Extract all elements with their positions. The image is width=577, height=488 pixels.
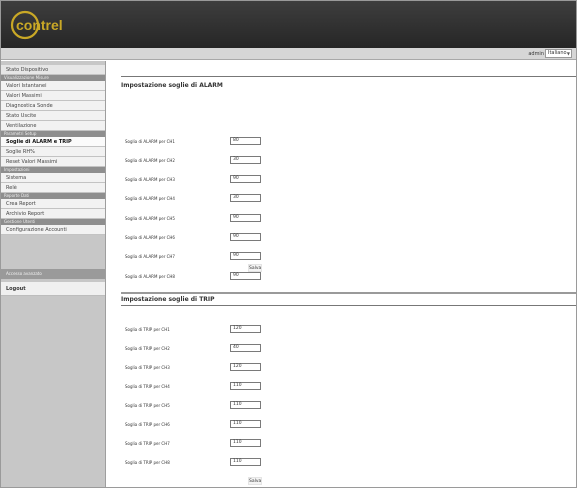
language-value: Italiano xyxy=(548,50,567,56)
alarm-input-ch5[interactable]: 90 xyxy=(230,214,261,222)
section-divider xyxy=(121,292,576,294)
chevron-down-icon: ▼ xyxy=(566,51,570,56)
sidebar-item-sistema[interactable]: Sistema xyxy=(1,173,105,183)
trip-panel-rule xyxy=(121,305,576,306)
sidebar-item-rele[interactable]: Relè xyxy=(1,183,105,193)
alarm-input-ch7[interactable]: 90 xyxy=(230,252,261,260)
language-select[interactable]: Italiano ▼ xyxy=(545,49,572,58)
alarm-save-button[interactable]: Salva xyxy=(248,264,262,272)
trip-input-ch7[interactable]: 110 xyxy=(230,439,261,447)
trip-input-ch3[interactable]: 120 xyxy=(230,363,261,371)
alarm-input-ch1[interactable]: 80 xyxy=(230,137,261,145)
alarm-label-ch1: Soglia di ALARM per CH1 xyxy=(125,139,175,144)
sidebar-item-configurazione-account[interactable]: Configurazione Accounti xyxy=(1,225,105,235)
sidebar-item-soglie-alarm-trip[interactable]: Soglie di ALARM e TRIP xyxy=(1,137,105,147)
alarm-input-ch8[interactable]: 90 xyxy=(230,272,261,280)
sidebar-item-stato-dispositivo[interactable]: Stato Dispositivo xyxy=(1,65,105,75)
alarm-input-ch4[interactable]: 30 xyxy=(230,194,261,202)
alarm-label-ch5: Soglia di ALARM per CH5 xyxy=(125,216,175,221)
sidebar: Stato Dispositivo Visualizzazione Misure… xyxy=(1,61,106,487)
alarm-panel-title: Impostazione soglie di ALARM xyxy=(121,82,223,89)
trip-panel-title: Impostazione soglie di TRIP xyxy=(121,296,215,303)
user-bar: admin Italiano ▼ xyxy=(1,48,576,60)
trip-label-ch1: Soglia di TRIP per CH1 xyxy=(125,327,170,332)
alarm-input-ch2[interactable]: 30 xyxy=(230,156,261,164)
logout-link[interactable]: Logout xyxy=(1,282,105,296)
alarm-label-ch6: Soglia di ALARM per CH6 xyxy=(125,235,175,240)
trip-label-ch8: Soglia di TRIP per CH8 xyxy=(125,460,170,465)
trip-label-ch2: Soglia di TRIP per CH2 xyxy=(125,346,170,351)
sidebar-item-archivio-report[interactable]: Archivio Report xyxy=(1,209,105,219)
sidebar-item-soglie-rh[interactable]: Soglie RH% xyxy=(1,147,105,157)
trip-input-ch5[interactable]: 110 xyxy=(230,401,261,409)
alarm-input-ch6[interactable]: 90 xyxy=(230,233,261,241)
sidebar-item-crea-report[interactable]: Crea Report xyxy=(1,199,105,209)
trip-label-ch4: Soglia di TRIP per CH4 xyxy=(125,384,170,389)
trip-input-ch4[interactable]: 110 xyxy=(230,382,261,390)
sidebar-item-reset-valori-massimi[interactable]: Reset Valori Massimi xyxy=(1,157,105,167)
alarm-label-ch4: Soglia di ALARM per CH4 xyxy=(125,196,175,201)
trip-label-ch7: Soglia di TRIP per CH7 xyxy=(125,441,170,446)
trip-input-ch1[interactable]: 120 xyxy=(230,325,261,333)
contrel-logo: contrel xyxy=(10,10,63,40)
alarm-label-ch8: Soglia di ALARM per CH8 xyxy=(125,274,175,279)
user-name: admin xyxy=(528,51,544,57)
sidebar-item-stato-uscite[interactable]: Stato Uscite xyxy=(1,111,105,121)
logo-text: contrel xyxy=(16,17,63,33)
trip-label-ch3: Soglia di TRIP per CH3 xyxy=(125,365,170,370)
alarm-label-ch2: Soglia di ALARM per CH2 xyxy=(125,158,175,163)
header-bar: contrel xyxy=(1,1,576,48)
sidebar-item-valori-istantanei[interactable]: Valori Istantanei xyxy=(1,81,105,91)
sidebar-section-accesso-avanzato: Accesso avanzato xyxy=(1,269,105,279)
sidebar-item-ventilazione[interactable]: Ventilazione xyxy=(1,121,105,131)
trip-input-ch8[interactable]: 110 xyxy=(230,458,261,466)
alarm-label-ch7: Soglia di ALARM per CH7 xyxy=(125,254,175,259)
trip-label-ch5: Soglia di TRIP per CH5 xyxy=(125,403,170,408)
alarm-label-ch3: Soglia di ALARM per CH3 xyxy=(125,177,175,182)
main-content: Impostazione soglie di ALARM Soglia di A… xyxy=(107,61,576,487)
alarm-input-ch3[interactable]: 90 xyxy=(230,175,261,183)
trip-input-ch2[interactable]: 40 xyxy=(230,344,261,352)
alarm-panel-top-rule xyxy=(121,76,576,77)
sidebar-item-valori-massimi[interactable]: Valori Massimi xyxy=(1,91,105,101)
trip-save-button[interactable]: Salva xyxy=(248,477,262,485)
sidebar-item-diagnostica-sonde[interactable]: Diagnostica Sonde xyxy=(1,101,105,111)
trip-label-ch6: Soglia di TRIP per CH6 xyxy=(125,422,170,427)
trip-input-ch6[interactable]: 110 xyxy=(230,420,261,428)
